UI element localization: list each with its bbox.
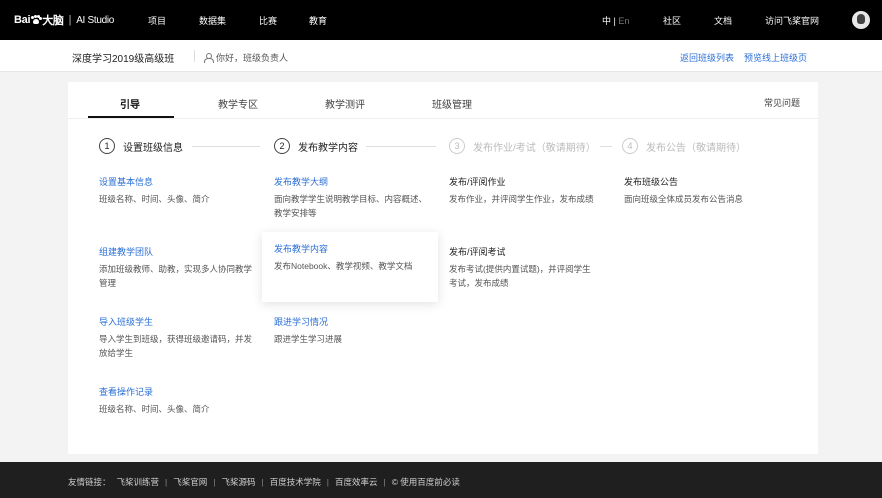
task-view-logs[interactable]: 查看操作记录 班级名称、时间、头像、简介 bbox=[99, 385, 259, 416]
step-label: 发布教学内容 bbox=[298, 142, 358, 154]
task-desc: 添加班级教师、助教，实现多人协同教学管理 bbox=[99, 264, 253, 288]
footer-link[interactable]: 飞桨训练营 bbox=[117, 476, 160, 488]
nav-datasets[interactable]: 数据集 bbox=[199, 14, 226, 27]
top-navbar: Bai 大脑 | AI Studio 项目 数据集 比赛 教育 中 | En 社… bbox=[0, 0, 882, 40]
task-title[interactable]: 发布教学大纲 bbox=[274, 175, 430, 188]
nav-competitions[interactable]: 比赛 bbox=[259, 14, 277, 27]
tab-class-management[interactable]: 班级管理 bbox=[432, 96, 472, 111]
task-desc: 导入学生到班级，获得班级邀请码，并发放给学生 bbox=[99, 334, 253, 358]
task-desc: 班级名称、时间、头像、简介 bbox=[99, 194, 210, 204]
footer-link[interactable]: © 使用百度前必读 bbox=[392, 476, 460, 488]
step-3: 3 发布作业/考试（敬请期待） bbox=[449, 138, 596, 154]
nav-paddle-site[interactable]: 访问飞桨官网 bbox=[765, 14, 819, 27]
task-import-students[interactable]: 导入班级学生 导入学生到班级，获得班级邀请码，并发放给学生 bbox=[99, 315, 257, 360]
language-switch[interactable]: 中 | En bbox=[602, 14, 629, 27]
step-number: 3 bbox=[449, 138, 465, 154]
footer-link[interactable]: 飞桨官网 bbox=[173, 476, 207, 488]
task-title[interactable]: 发布教学内容 bbox=[274, 242, 426, 255]
logo-product: AI Studio bbox=[76, 14, 115, 26]
task-publish-content[interactable]: 发布教学内容 发布Notebook、教学视频、教学文档 bbox=[262, 232, 438, 302]
footer-links: 友情链接： 飞桨训练营 | 飞桨官网 | 飞桨源码 | 百度技术学院 | 百度效… bbox=[68, 476, 460, 488]
task-exam: 发布/评阅考试 发布考试(提供内置试题)，并评阅学生考试，发布成绩 bbox=[449, 245, 599, 290]
lang-zh[interactable]: 中 bbox=[602, 16, 611, 26]
nav-docs[interactable]: 文档 bbox=[714, 14, 732, 27]
back-to-class-list-link[interactable]: 返回班级列表 bbox=[680, 51, 734, 64]
footer-label: 友情链接： bbox=[68, 477, 111, 487]
greeting: 你好，班级负责人 bbox=[204, 51, 288, 64]
footer-link[interactable]: 飞桨源码 bbox=[221, 476, 255, 488]
task-build-team[interactable]: 组建教学团队 添加班级教师、助教，实现多人协同教学管理 bbox=[99, 245, 257, 290]
step-number: 4 bbox=[622, 138, 638, 154]
nav-community[interactable]: 社区 bbox=[663, 14, 681, 27]
task-title[interactable]: 跟进学习情况 bbox=[274, 315, 434, 328]
task-announcement: 发布班级公告 面向班级全体成员发布公告消息 bbox=[624, 175, 784, 206]
step-1: 1 设置班级信息 bbox=[99, 138, 183, 154]
tab-teaching-zone[interactable]: 教学专区 bbox=[218, 96, 258, 111]
guide-card: 引导 教学专区 教学测评 班级管理 常见问题 1 设置班级信息 2 发布教学内容… bbox=[68, 82, 818, 454]
task-desc: 面向班级全体成员发布公告消息 bbox=[624, 194, 744, 204]
task-title: 发布班级公告 bbox=[624, 177, 679, 187]
logo-brand: Bai bbox=[14, 14, 31, 26]
task-title: 发布/评阅考试 bbox=[449, 247, 506, 257]
footer-link[interactable]: 百度效率云 bbox=[335, 476, 378, 488]
task-desc: 面向教学学生说明教学目标、内容概述、教学安排等 bbox=[274, 194, 428, 218]
step-4: 4 发布公告（敬请期待） bbox=[622, 138, 746, 154]
task-homework: 发布/评阅作业 发布作业，并评阅学生作业，发布成绩 bbox=[449, 175, 609, 206]
lang-en[interactable]: En bbox=[618, 16, 629, 26]
step-2: 2 发布教学内容 bbox=[274, 138, 358, 154]
faq-link[interactable]: 常见问题 bbox=[764, 96, 800, 109]
task-desc: 发布Notebook、教学视频、教学文档 bbox=[274, 261, 413, 271]
preview-class-page-link[interactable]: 预览线上班级页 bbox=[744, 51, 807, 64]
task-desc: 发布考试(提供内置试题)，并评阅学生考试，发布成绩 bbox=[449, 264, 591, 288]
step-number: 2 bbox=[274, 138, 290, 154]
greeting-text: 你好，班级负责人 bbox=[216, 53, 289, 63]
task-title[interactable]: 查看操作记录 bbox=[99, 385, 259, 398]
class-name: 深度学习2019级高级班 bbox=[72, 54, 175, 65]
task-title[interactable]: 导入班级学生 bbox=[99, 315, 257, 328]
step-label: 发布作业/考试（敬请期待） bbox=[473, 142, 596, 154]
task-set-basic-info[interactable]: 设置基本信息 班级名称、时间、头像、简介 bbox=[99, 175, 259, 206]
baidu-ai-studio-logo[interactable]: Bai 大脑 | AI Studio bbox=[14, 12, 114, 28]
nav-projects[interactable]: 项目 bbox=[148, 14, 166, 27]
tab-guide[interactable]: 引导 bbox=[120, 96, 140, 111]
step-number: 1 bbox=[99, 138, 115, 154]
baidu-paw-icon bbox=[31, 15, 43, 25]
task-publish-syllabus[interactable]: 发布教学大纲 面向教学学生说明教学目标、内容概述、教学安排等 bbox=[274, 175, 430, 220]
nav-education[interactable]: 教育 bbox=[309, 14, 327, 27]
task-title[interactable]: 组建教学团队 bbox=[99, 245, 257, 258]
footer: 友情链接： 飞桨训练营 | 飞桨官网 | 飞桨源码 | 百度技术学院 | 百度效… bbox=[0, 462, 882, 498]
task-desc: 跟进学生学习进展 bbox=[274, 334, 343, 344]
step-label: 发布公告（敬请期待） bbox=[646, 142, 746, 154]
task-desc: 班级名称、时间、头像、简介 bbox=[99, 404, 210, 414]
footer-link[interactable]: 百度技术学院 bbox=[270, 476, 321, 488]
task-track-progress[interactable]: 跟进学习情况 跟进学生学习进展 bbox=[274, 315, 434, 346]
task-title[interactable]: 设置基本信息 bbox=[99, 175, 259, 188]
logo-brand-cn: 大脑 bbox=[42, 15, 64, 27]
task-desc: 发布作业，并评阅学生作业，发布成绩 bbox=[449, 194, 594, 204]
task-title: 发布/评阅作业 bbox=[449, 177, 506, 187]
class-header: 深度学习2019级高级班 你好，班级负责人 返回班级列表 预览线上班级页 bbox=[0, 40, 882, 72]
user-icon bbox=[204, 53, 214, 63]
user-avatar[interactable] bbox=[852, 11, 870, 29]
step-label: 设置班级信息 bbox=[123, 142, 183, 154]
tab-teaching-evaluation[interactable]: 教学测评 bbox=[325, 96, 365, 111]
